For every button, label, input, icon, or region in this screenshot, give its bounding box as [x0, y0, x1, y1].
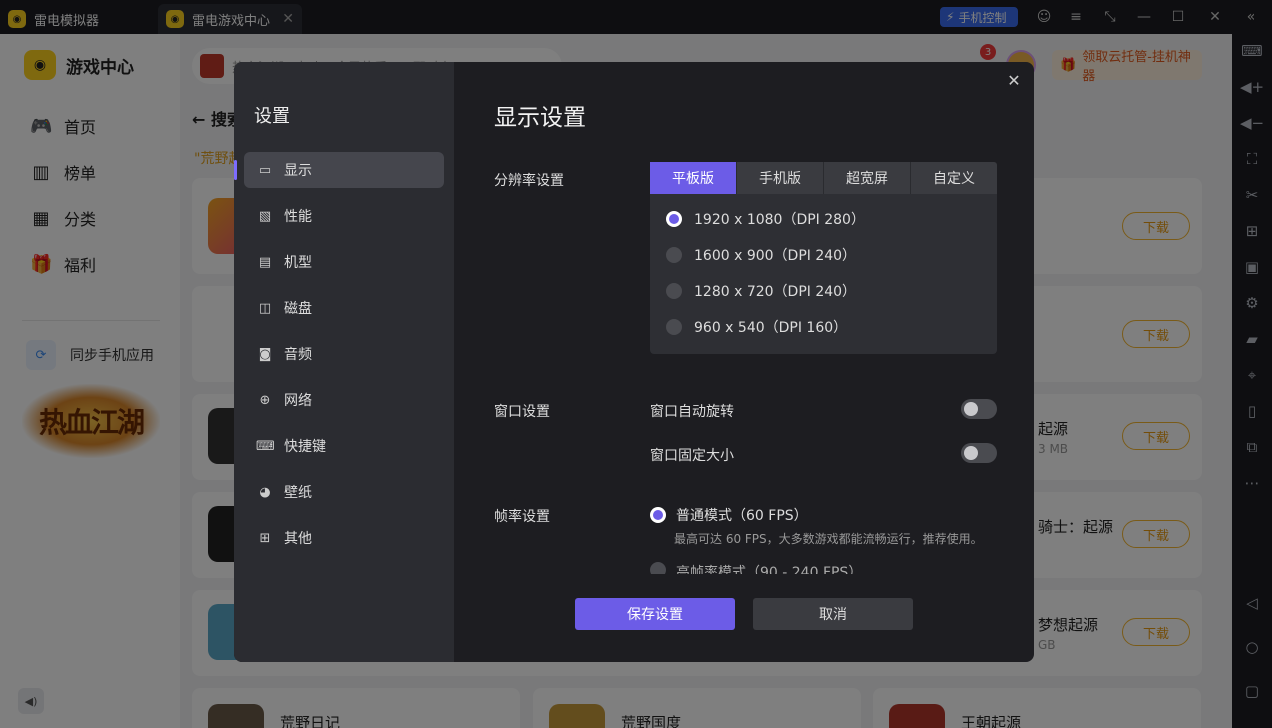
window-section-label: 窗口设置: [494, 404, 550, 420]
auto-rotate-label: 窗口自动旋转: [650, 404, 734, 420]
settings-menu-performance[interactable]: ▧ 性能: [244, 198, 444, 234]
keyboard-icon: ⌨: [256, 438, 275, 454]
settings-menu-label: 性能: [284, 209, 312, 225]
fps-normal-description: 最高可达 60 FPS，大多数游戏都能流畅运行，推荐使用。: [674, 532, 983, 546]
resolution-option[interactable]: 1920 x 1080（DPI 280）: [666, 209, 865, 229]
settings-menu-label: 音频: [284, 347, 312, 363]
settings-menu-label: 机型: [284, 255, 312, 271]
settings-menu-label: 其他: [284, 531, 312, 547]
fps-normal-option[interactable]: 普通模式（60 FPS）: [650, 505, 808, 525]
radio-selected[interactable]: [650, 507, 666, 523]
tab-tablet[interactable]: 平板版: [650, 162, 737, 194]
settings-menu-label: 壁纸: [284, 485, 312, 501]
fps-section-label: 帧率设置: [494, 509, 550, 525]
settings-menu-other[interactable]: ⊞ 其他: [244, 520, 444, 556]
fps-high-option[interactable]: 高帧率模式（90 - 240 FPS）: [650, 562, 862, 574]
radio[interactable]: [666, 247, 682, 263]
resolution-option[interactable]: 1280 x 720（DPI 240）: [666, 281, 856, 301]
settings-main: ✕ 显示设置 分辨率设置 平板版 手机版 超宽屏 自定义 1920 x 1080…: [454, 62, 1034, 662]
fixed-size-row: 窗口固定大小: [650, 443, 997, 465]
performance-icon: ▧: [258, 208, 272, 224]
settings-menu-wallpaper[interactable]: ◕ 壁纸: [244, 474, 444, 510]
resolution-options: 1920 x 1080（DPI 280） 1600 x 900（DPI 240）…: [650, 194, 997, 354]
resolution-option-label: 1920 x 1080（DPI 280）: [694, 212, 865, 228]
save-button[interactable]: 保存设置: [575, 598, 735, 630]
resolution-option[interactable]: 960 x 540（DPI 160）: [666, 317, 847, 337]
tab-ultrawide[interactable]: 超宽屏: [824, 162, 911, 194]
settings-menu-label: 显示: [284, 163, 312, 179]
resolution-tabs: 平板版 手机版 超宽屏 自定义: [650, 162, 997, 194]
settings-menu-network[interactable]: ⊕ 网络: [244, 382, 444, 418]
tab-phone[interactable]: 手机版: [737, 162, 824, 194]
other-icon: ⊞: [259, 530, 271, 546]
settings-menu-label: 快捷键: [284, 439, 326, 455]
settings-menu-display[interactable]: ▭ 显示: [234, 152, 444, 188]
display-icon: ▭: [258, 162, 272, 178]
cancel-button[interactable]: 取消: [753, 598, 913, 630]
fps-high-label: 高帧率模式（90 - 240 FPS）: [676, 565, 863, 574]
settings-menu-label: 磁盘: [284, 301, 312, 317]
auto-rotate-row: 窗口自动旋转: [650, 399, 997, 421]
network-icon: ⊕: [259, 392, 271, 408]
tab-custom[interactable]: 自定义: [911, 162, 997, 194]
audio-icon: ◙: [258, 346, 272, 362]
page-title: 显示设置: [494, 105, 586, 131]
resolution-option-label: 960 x 540（DPI 160）: [694, 320, 848, 336]
resolution-option[interactable]: 1600 x 900（DPI 240）: [666, 245, 856, 265]
settings-menu-disk[interactable]: ◫ 磁盘: [244, 290, 444, 326]
radio[interactable]: [666, 319, 682, 335]
resolution-option-label: 1600 x 900（DPI 240）: [694, 248, 857, 264]
close-icon[interactable]: ✕: [1004, 70, 1024, 90]
fixed-size-toggle[interactable]: [961, 443, 997, 463]
radio-selected[interactable]: [666, 211, 682, 227]
radio[interactable]: [666, 283, 682, 299]
settings-sidebar: 设置 ▭ 显示 ▧ 性能 ▤ 机型 ◫ 磁盘 ◙ 音频 ⊕ 网络 ⌨ 快捷键 ◕…: [234, 62, 454, 662]
fixed-size-label: 窗口固定大小: [650, 448, 734, 464]
disk-icon: ◫: [258, 300, 272, 316]
fps-normal-label: 普通模式（60 FPS）: [676, 508, 808, 524]
settings-menu-label: 网络: [284, 393, 312, 409]
settings-dialog: 设置 ▭ 显示 ▧ 性能 ▤ 机型 ◫ 磁盘 ◙ 音频 ⊕ 网络 ⌨ 快捷键 ◕…: [234, 62, 1034, 662]
settings-menu-audio[interactable]: ◙ 音频: [244, 336, 444, 372]
device-model-icon: ▤: [258, 254, 272, 270]
settings-menu-model[interactable]: ▤ 机型: [244, 244, 444, 280]
settings-menu-hotkeys[interactable]: ⌨ 快捷键: [244, 428, 444, 464]
resolution-option-label: 1280 x 720（DPI 240）: [694, 284, 857, 300]
wallpaper-icon: ◕: [259, 484, 271, 500]
resolution-section-label: 分辨率设置: [494, 173, 564, 189]
radio[interactable]: [650, 562, 666, 574]
auto-rotate-toggle[interactable]: [961, 399, 997, 419]
settings-title: 设置: [254, 106, 290, 127]
